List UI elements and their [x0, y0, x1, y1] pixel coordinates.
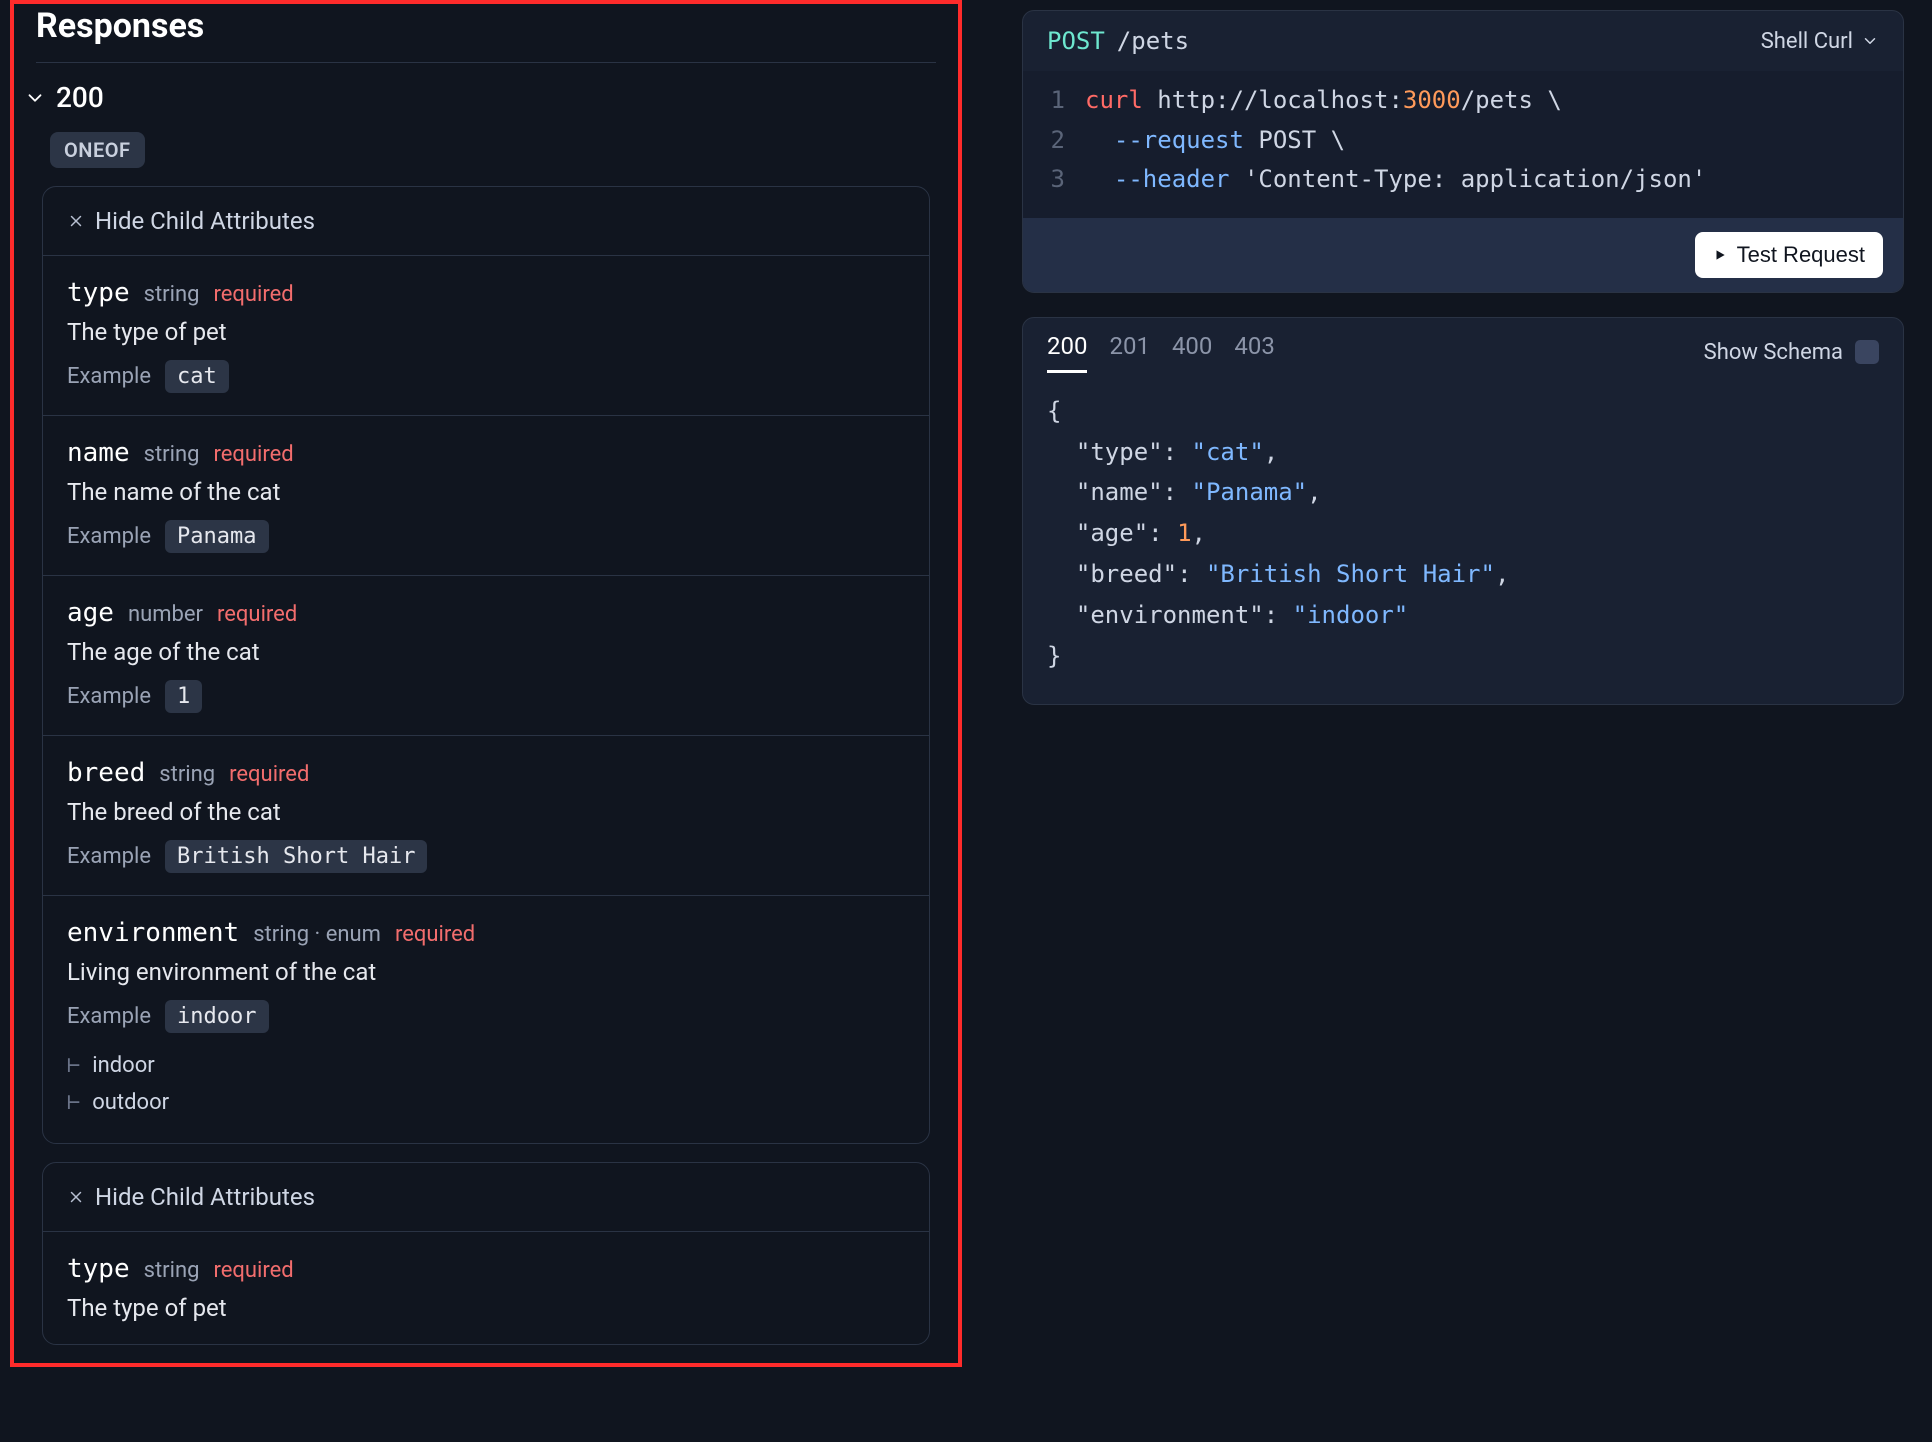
responses-heading: Responses [14, 4, 958, 62]
attribute-name: breed [67, 758, 145, 788]
attribute-example: Exampleindoor [67, 1000, 905, 1033]
response-panel: 200 201 400 403 Show Schema { "type": "cat"… [1022, 317, 1904, 706]
enum-list: ⊢indoor⊢outdoor [67, 1047, 905, 1121]
response-json: { "type": "cat", "name": "Panama", "age"… [1023, 373, 1903, 705]
hide-child-attributes-button[interactable]: Hide Child Attributes [43, 187, 929, 255]
language-selector[interactable]: Shell Curl [1761, 29, 1879, 54]
schema-block: Hide Child Attributes type string required T… [42, 186, 930, 1144]
enum-item: ⊢indoor [67, 1047, 905, 1084]
attribute-row: type string required The type of pet [43, 1231, 929, 1344]
attribute-type: string [159, 762, 215, 787]
response-tabs-row: 200 201 400 403 Show Schema [1023, 318, 1903, 373]
show-schema-toggle[interactable]: Show Schema [1704, 340, 1879, 365]
http-path: /pets [1117, 27, 1189, 55]
attribute-name: type [67, 278, 130, 308]
attribute-type: string [144, 442, 200, 467]
attribute-type: string [144, 1258, 200, 1283]
response-tab-400[interactable]: 400 [1172, 332, 1212, 373]
play-icon [1713, 248, 1727, 262]
chevron-down-icon [24, 87, 46, 109]
required-badge: required [217, 602, 297, 627]
show-schema-label: Show Schema [1704, 340, 1843, 365]
close-icon [67, 1188, 85, 1206]
right-column: POST /pets Shell Curl 1curl http://local… [1022, 0, 1922, 1367]
response-tab-403[interactable]: 403 [1234, 332, 1274, 373]
required-badge: required [213, 1258, 293, 1283]
checkbox-icon [1855, 340, 1879, 364]
required-badge: required [229, 762, 309, 787]
attribute-type: string · enum [253, 922, 381, 947]
required-badge: required [213, 282, 293, 307]
attribute-example: Example1 [67, 680, 905, 713]
attribute-row: name string required The name of the cat Exa… [43, 415, 929, 575]
request-header: POST /pets Shell Curl [1023, 11, 1903, 71]
attribute-description: The name of the cat [67, 478, 905, 506]
required-badge: required [213, 442, 293, 467]
attribute-description: The breed of the cat [67, 798, 905, 826]
status-code: 200 [56, 81, 104, 114]
close-icon [67, 212, 85, 230]
attribute-name: age [67, 598, 114, 628]
attribute-description: The type of pet [67, 318, 905, 346]
http-method: POST [1047, 27, 1105, 55]
attribute-row: type string required The type of pet Example… [43, 255, 929, 415]
curl-code-block: 1curl http://localhost:3000/pets \ 2 --r… [1023, 71, 1903, 218]
attribute-type: string [144, 282, 200, 307]
attribute-name: name [67, 438, 130, 468]
schema-block: Hide Child Attributes type string required T… [42, 1162, 930, 1345]
enum-item: ⊢outdoor [67, 1084, 905, 1121]
test-request-label: Test Request [1737, 242, 1865, 268]
hide-child-attributes-button[interactable]: Hide Child Attributes [43, 1163, 929, 1231]
language-label: Shell Curl [1761, 29, 1853, 54]
response-tab-201[interactable]: 201 [1109, 332, 1149, 373]
oneof-badge: ONEOF [50, 132, 145, 168]
attribute-name: type [67, 1254, 130, 1284]
attribute-name: environment [67, 918, 239, 948]
status-row[interactable]: 200 [14, 63, 958, 128]
attribute-example: Examplecat [67, 360, 905, 393]
attribute-row: breed string required The breed of the cat E… [43, 735, 929, 895]
test-row: Test Request [1023, 218, 1903, 292]
attribute-type: number [128, 602, 203, 627]
chevron-down-icon [1861, 32, 1879, 50]
attribute-row: age number required The age of the cat Examp… [43, 575, 929, 735]
attribute-description: The type of pet [67, 1294, 905, 1322]
attribute-example: ExampleBritish Short Hair [67, 840, 905, 873]
request-panel: POST /pets Shell Curl 1curl http://local… [1022, 10, 1904, 293]
test-request-button[interactable]: Test Request [1695, 232, 1883, 278]
attribute-description: Living environment of the cat [67, 958, 905, 986]
required-badge: required [395, 922, 475, 947]
response-tab-200[interactable]: 200 [1047, 332, 1087, 373]
responses-panel: Responses 200 ONEOF Hide Child Attribute… [10, 0, 962, 1367]
method-path: POST /pets [1047, 27, 1189, 55]
attribute-example: ExamplePanama [67, 520, 905, 553]
attribute-description: The age of the cat [67, 638, 905, 666]
response-tabs: 200 201 400 403 [1047, 332, 1275, 373]
attribute-row: environment string · enum required Living e… [43, 895, 929, 1143]
